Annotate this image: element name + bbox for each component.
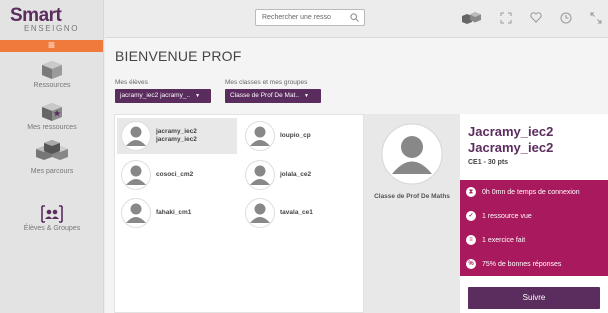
student-card-cosoci[interactable]: cosoci_cm2	[117, 157, 237, 193]
stat-connection-time: ⧗ 0h 0mn de temps de connexion	[466, 187, 580, 197]
search-placeholder: Rechercher une resso	[262, 14, 331, 21]
chevron-down-icon: ▼	[304, 93, 309, 99]
group-icon	[41, 205, 63, 223]
sidebar-item-eleves-groupes[interactable]: Élèves & Groupes	[0, 205, 104, 232]
students-list: jacramy_iec2 jacramy_iec2 loupio_cp coso…	[114, 114, 364, 313]
student-name: jolala_ce2	[280, 171, 312, 178]
app-window: Smart ENSEIGNO ≡ Ressources Mes ressourc…	[0, 0, 608, 313]
cubes-icon	[36, 140, 68, 160]
logo[interactable]: Smart ENSEIGNO	[0, 0, 103, 40]
list-icon: ≡	[466, 235, 476, 245]
class-name: Classe de Prof De Maths	[374, 193, 450, 200]
heart-icon[interactable]	[530, 12, 542, 23]
stat-text: 75% de bonnes réponses	[482, 260, 562, 268]
stat-exercises-done: ≡ 1 exercice fait	[466, 235, 525, 245]
search-input[interactable]: Rechercher une resso	[255, 9, 365, 26]
profile-name-line2: Jacramy_iec2	[468, 140, 554, 155]
sidebar-item-ressources[interactable]: Ressources	[0, 60, 104, 89]
student-name-2: jacramy_iec2	[156, 136, 197, 143]
sidebar: Smart ENSEIGNO ≡ Ressources Mes ressourc…	[0, 0, 104, 313]
student-name: jacramy_iec2	[156, 128, 197, 135]
student-card-jolala[interactable]: jolala_ce2	[241, 157, 361, 193]
stat-text: 1 exercice fait	[482, 236, 526, 244]
sidebar-item-label: Mes parcours	[30, 168, 74, 175]
profile-name: Jacramy_iec2 Jacramy_iec2	[468, 124, 553, 156]
profile-name-line1: Jacramy_iec2	[468, 124, 554, 139]
follow-button[interactable]: Suivre	[468, 287, 600, 309]
class-detail-panel: Classe de Prof De Maths	[364, 114, 460, 313]
students-select-label: Mes élèves	[115, 79, 148, 86]
logo-main: Smart	[10, 5, 62, 26]
classes-select-value: Classe de Prof De Mat..	[230, 92, 299, 99]
sidebar-item-label: Mes ressources	[27, 124, 77, 131]
sidebar-item-label: Ressources	[33, 82, 71, 89]
avatar-icon	[121, 198, 151, 228]
stat-resources-viewed: ✓ 1 ressource vue	[466, 211, 532, 221]
students-select[interactable]: jacramy_iec2 jacramy_.. ▼	[115, 89, 211, 103]
stats-box: ⧗ 0h 0mn de temps de connexion ✓ 1 resso…	[460, 180, 608, 276]
avatar-icon	[121, 121, 151, 151]
avatar-icon	[245, 121, 275, 151]
logo-sub: ENSEIGNO	[24, 24, 80, 33]
student-profile-panel: Jacramy_iec2 Jacramy_iec2 CE1 - 30 pts ⧗…	[460, 114, 608, 313]
classes-select[interactable]: Classe de Prof De Mat.. ▼	[225, 89, 321, 103]
stat-text: 1 ressource vue	[482, 212, 532, 220]
student-card-tavala[interactable]: tavala_ce1	[241, 195, 361, 231]
avatar-icon	[245, 198, 275, 228]
page-title: BIENVENUE PROF	[115, 48, 242, 64]
student-card-jacramy[interactable]: jacramy_iec2 jacramy_iec2	[117, 118, 237, 154]
student-name: cosoci_cm2	[156, 171, 194, 178]
top-bar: Rechercher une resso	[105, 0, 608, 38]
student-card-loupio[interactable]: loupio_cp	[241, 118, 361, 154]
main-content: BIENVENUE PROF Mes élèves jacramy_iec2 j…	[105, 38, 608, 313]
sidebar-item-label: Élèves & Groupes	[23, 225, 81, 232]
student-name: fahaki_cm1	[156, 209, 192, 216]
fullscreen-icon[interactable]	[500, 12, 512, 24]
profile-class-points: CE1 - 30 pts	[468, 159, 509, 166]
stat-text: 0h 0mn de temps de connexion	[482, 188, 580, 196]
star-cube-icon	[42, 103, 62, 121]
cube-icon	[42, 61, 62, 79]
sidebar-item-mes-ressources[interactable]: Mes ressources	[0, 102, 104, 131]
student-name: tavala_ce1	[280, 209, 313, 216]
hourglass-icon: ⧗	[466, 187, 476, 197]
sidebar-item-mes-parcours[interactable]: Mes parcours	[0, 140, 104, 175]
check-icon: ✓	[466, 211, 476, 221]
cube-stack-icon[interactable]	[462, 11, 482, 24]
menu-toggle-button[interactable]: ≡	[0, 39, 103, 52]
students-select-value: jacramy_iec2 jacramy_..	[120, 92, 191, 99]
avatar-icon	[245, 160, 275, 190]
search-icon[interactable]	[350, 13, 359, 22]
student-card-fahaki[interactable]: fahaki_cm1	[117, 195, 237, 231]
student-name: loupio_cp	[280, 132, 311, 139]
stat-correct-answers: % 75% de bonnes réponses	[466, 259, 561, 269]
percent-icon: %	[466, 259, 476, 269]
avatar-icon	[381, 123, 443, 185]
chevron-down-icon: ▼	[195, 93, 201, 99]
top-icons	[462, 11, 602, 24]
classes-select-label: Mes classes et mes groupes	[225, 79, 308, 86]
expand-icon[interactable]	[590, 12, 602, 24]
clock-icon[interactable]	[560, 12, 572, 24]
avatar-icon	[121, 160, 151, 190]
